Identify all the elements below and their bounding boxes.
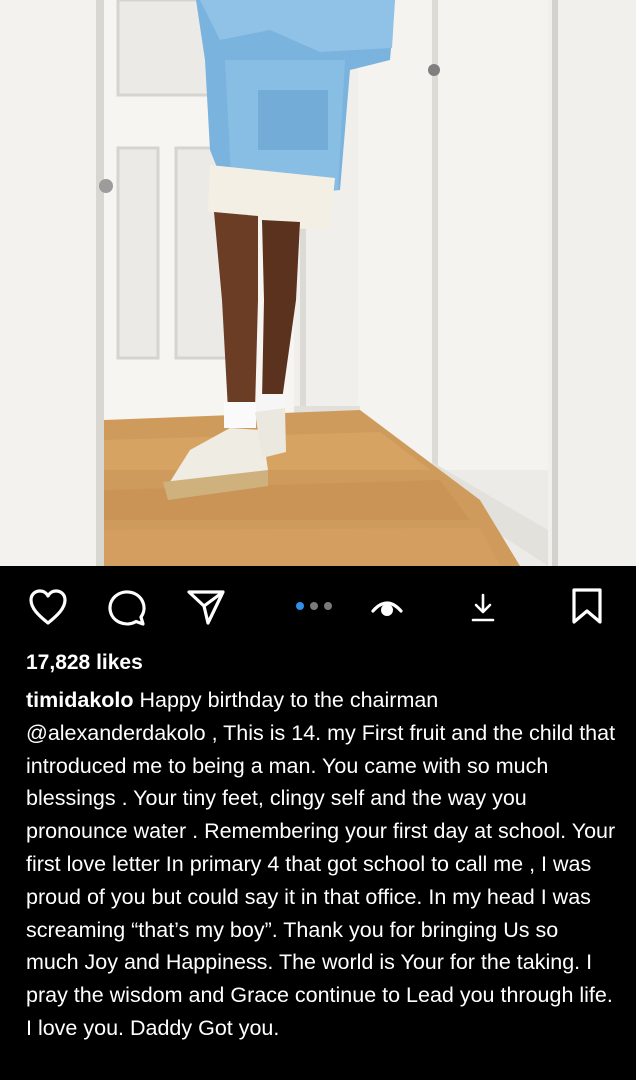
- eye-icon[interactable]: [370, 596, 404, 620]
- download-icon[interactable]: [470, 592, 496, 624]
- caption-username[interactable]: timidakolo: [26, 688, 134, 712]
- bookmark-icon[interactable]: [570, 587, 604, 625]
- carousel-dot: [296, 602, 304, 610]
- post-photo[interactable]: [0, 0, 636, 566]
- likes-count[interactable]: 17,828 likes: [26, 648, 143, 678]
- post-image: [0, 0, 636, 566]
- post-caption: timidakolo Happy birthday to the chairma…: [26, 684, 616, 1045]
- paper-plane-icon[interactable]: [186, 588, 226, 626]
- carousel-indicator: [296, 601, 332, 611]
- carousel-dot: [310, 602, 318, 610]
- carousel-dot: [324, 602, 332, 610]
- heart-icon[interactable]: [28, 588, 68, 626]
- comment-bubble-icon[interactable]: [106, 587, 148, 627]
- caption-text: Happy birthday to the chairman @alexande…: [26, 688, 616, 1040]
